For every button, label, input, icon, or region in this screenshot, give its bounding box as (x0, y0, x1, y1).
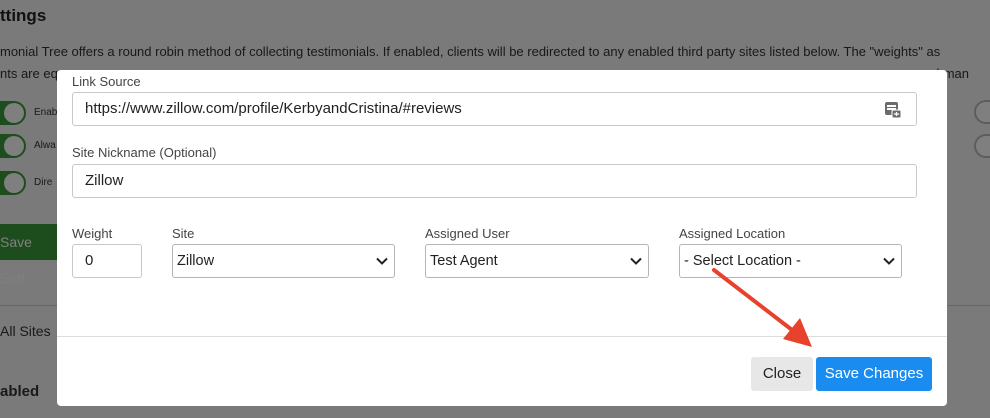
assigned-user-select[interactable]: Test Agent (425, 244, 649, 278)
site-nickname-label: Site Nickname (Optional) (72, 145, 217, 160)
edit-site-modal: Link Source https://www.zillow.com/profi… (57, 70, 947, 406)
assigned-user-value: Test Agent (430, 253, 498, 269)
weight-value: 0 (85, 252, 94, 269)
save-changes-button[interactable]: Save Changes (816, 357, 932, 391)
chevron-down-icon (883, 257, 895, 265)
modal-footer-divider (57, 336, 947, 337)
link-source-label: Link Source (72, 74, 141, 89)
weight-label: Weight (72, 226, 113, 241)
assigned-user-label: Assigned User (425, 226, 510, 241)
site-label: Site (172, 226, 195, 241)
assigned-location-select[interactable]: - Select Location - (679, 244, 902, 278)
link-source-input[interactable]: https://www.zillow.com/profile/KerbyandC… (72, 92, 917, 126)
link-source-value: https://www.zillow.com/profile/KerbyandC… (85, 100, 462, 117)
site-nickname-value: Zillow (85, 172, 124, 189)
site-select[interactable]: Zillow (172, 244, 395, 278)
assigned-location-value: - Select Location - (684, 253, 801, 269)
site-select-value: Zillow (177, 253, 215, 269)
weight-input[interactable]: 0 (72, 244, 142, 278)
paste-icon[interactable] (884, 101, 902, 119)
assigned-location-label: Assigned Location (679, 226, 786, 241)
site-nickname-input[interactable]: Zillow (72, 164, 917, 198)
close-button[interactable]: Close (751, 357, 813, 391)
chevron-down-icon (630, 257, 642, 265)
chevron-down-icon (376, 257, 388, 265)
